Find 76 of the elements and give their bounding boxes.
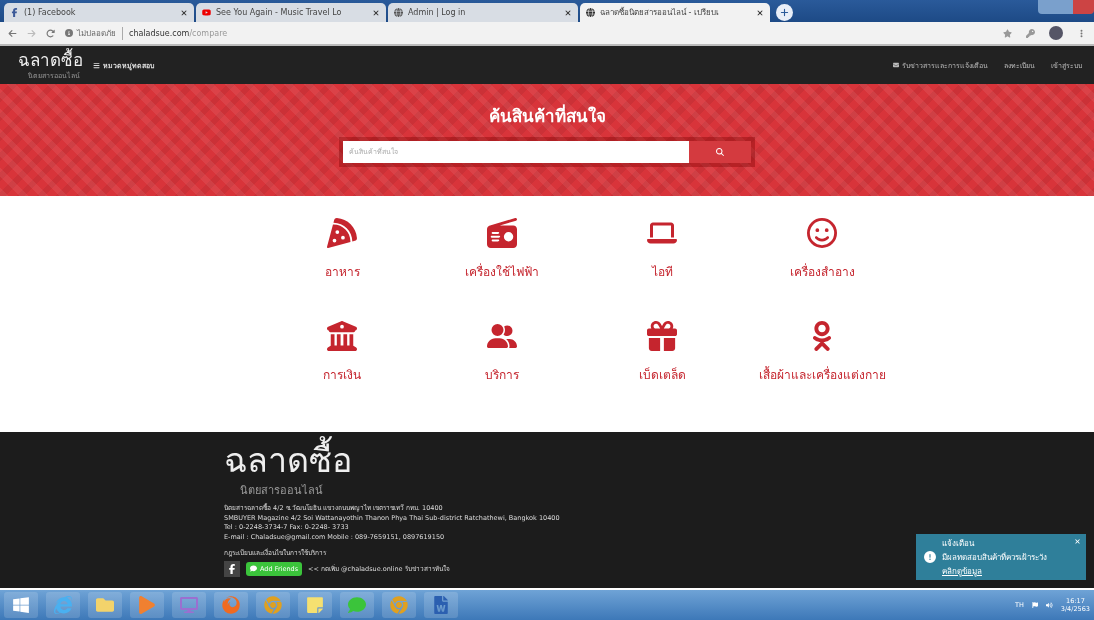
taskbar-app[interactable] [256,592,290,618]
category-link[interactable]: ไอที [582,218,742,281]
facebook-icon [10,8,19,17]
notification-body: มีผลทดสอบสินค้าที่ควรเฝ้าระวัง [942,551,1047,564]
taskbar-app[interactable] [382,592,416,618]
key-icon[interactable] [1026,28,1035,38]
globe-icon [394,8,403,17]
bank-icon [327,321,357,351]
plus-icon [780,8,789,17]
globe-icon [586,8,595,17]
notes-icon [306,596,324,614]
facebook-button[interactable] [224,560,240,577]
notification-title: แจ้งเตือน [942,537,974,550]
site-logo[interactable]: ฉลาดซื้อ [18,49,83,72]
browser-tab[interactable]: (1) Facebook [4,3,194,22]
category-link[interactable]: เบ็ดเตล็ด [582,321,742,384]
avatar[interactable] [1049,26,1063,40]
start-button[interactable] [4,592,38,618]
flag-icon[interactable] [1031,601,1039,609]
taskbar-app[interactable] [214,592,248,618]
category-link[interactable]: การเงิน [262,321,422,384]
hero-title: ค้นสินค้าที่สนใจ [488,103,606,128]
gift-icon [647,321,677,351]
browser-tab[interactable]: See You Again - Music Travel Lo [196,3,386,22]
browser-tab[interactable]: Admin | Log in [388,3,578,22]
footer-logo: ฉลาดซื้อ [224,438,352,484]
close-icon[interactable] [180,8,188,17]
volume-icon[interactable] [1046,601,1053,609]
window-controls[interactable] [1038,0,1094,14]
word-icon [432,596,450,614]
taskbar-app[interactable] [298,592,332,618]
people-icon [487,321,517,351]
chat-icon [348,596,366,614]
chrome-icon [390,596,408,614]
category-link[interactable]: อาหาร [262,218,422,281]
browser-tab[interactable]: ฉลาดซื้อนิตยสารออนไลน์ - เปรียบเ [580,3,770,22]
pizza-icon [327,218,357,248]
browser-icon [54,596,72,614]
taskbar-app[interactable] [46,592,80,618]
play-icon [202,8,211,17]
close-icon[interactable] [372,8,380,17]
facebook-icon [227,563,237,574]
category-link[interactable]: เครื่องสำอาง [742,218,902,281]
address-field[interactable]: ไม่ปลอดภัย chaladsue.com/compare [65,26,228,40]
logo-subtitle: นิตยสารออนไลน์ [239,483,323,499]
folder-icon [96,596,114,614]
mail-icon [893,62,899,68]
smiley-icon [807,218,837,248]
app-icon [180,596,198,614]
taskbar-app[interactable] [88,592,122,618]
chat-icon [250,565,257,573]
close-icon[interactable] [564,8,572,17]
info-icon [65,29,73,37]
close-icon[interactable] [756,8,764,17]
bookmark-icon[interactable] [1003,28,1012,38]
firefox-icon [222,596,240,614]
chrome-icon [264,596,282,614]
menu-icon [93,61,100,69]
play-icon [138,596,156,614]
taskbar-app[interactable] [172,592,206,618]
alert-icon [924,551,936,563]
category-link[interactable]: เสื้อผ้าและเครื่องแต่งกาย [742,321,902,384]
search-button[interactable] [689,141,751,163]
windows-icon [12,596,30,614]
new-tab-button[interactable] [776,4,793,21]
taskbar-app[interactable] [424,592,458,618]
radio-icon [487,218,517,248]
category-link[interactable]: บริการ [422,321,582,384]
forward-icon[interactable] [27,28,36,38]
category-link[interactable]: เครื่องใช้ไฟฟ้า [422,218,582,281]
taskbar-app[interactable] [130,592,164,618]
back-icon[interactable] [8,28,17,38]
notification-link[interactable]: คลิกดูข้อมูล [942,564,982,578]
search-icon [716,148,724,156]
taskbar-app[interactable] [340,592,374,618]
reload-icon[interactable] [46,28,55,38]
